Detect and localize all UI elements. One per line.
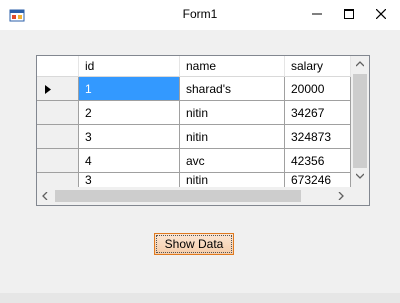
row-header[interactable] bbox=[37, 173, 79, 187]
chevron-down-icon bbox=[356, 173, 364, 179]
minimize-button[interactable] bbox=[301, 0, 333, 28]
title-bar[interactable]: Form1 bbox=[0, 0, 400, 30]
column-header-name[interactable]: name bbox=[180, 56, 285, 77]
cell-id[interactable]: 4 bbox=[79, 149, 180, 173]
row-arrow-icon bbox=[45, 85, 51, 94]
cell-salary[interactable]: 673246 bbox=[285, 173, 351, 187]
chevron-up-icon bbox=[356, 61, 364, 67]
cell-name[interactable]: nitin bbox=[180, 173, 285, 187]
data-grid[interactable]: id name salary 1 sharad's 20000 2 nitin … bbox=[36, 55, 370, 206]
show-data-button[interactable]: Show Data bbox=[154, 233, 234, 255]
cell-salary[interactable]: 324873 bbox=[285, 125, 351, 149]
row-header[interactable] bbox=[37, 77, 79, 101]
scroll-right-button[interactable] bbox=[333, 187, 351, 205]
maximize-icon bbox=[344, 9, 354, 19]
cell-id[interactable]: 1 bbox=[79, 77, 180, 101]
vertical-scroll-thumb[interactable] bbox=[353, 74, 367, 168]
cell-name[interactable]: nitin bbox=[180, 101, 285, 125]
cell-id[interactable]: 3 bbox=[79, 125, 180, 149]
row-header[interactable] bbox=[37, 125, 79, 149]
column-header-salary[interactable]: salary bbox=[285, 56, 351, 77]
scroll-up-button[interactable] bbox=[351, 56, 369, 74]
grid-corner-header bbox=[37, 56, 79, 77]
scroll-down-button[interactable] bbox=[351, 168, 369, 186]
row-header[interactable] bbox=[37, 149, 79, 173]
cell-salary[interactable]: 20000 bbox=[285, 77, 351, 101]
maximize-button[interactable] bbox=[333, 0, 365, 28]
cell-salary[interactable]: 34267 bbox=[285, 101, 351, 125]
cell-id[interactable]: 2 bbox=[79, 101, 180, 125]
vertical-scrollbar[interactable] bbox=[351, 56, 369, 186]
close-icon bbox=[376, 9, 386, 19]
chevron-left-icon bbox=[42, 192, 48, 200]
window-bottom-edge bbox=[0, 293, 400, 303]
cell-name[interactable]: nitin bbox=[180, 125, 285, 149]
row-header[interactable] bbox=[37, 101, 79, 125]
show-data-button-label: Show Data bbox=[156, 235, 232, 253]
cell-name[interactable]: sharad's bbox=[180, 77, 285, 101]
form-window: Form1 id name salary 1 sharad's 20000 2 … bbox=[0, 0, 400, 303]
close-button[interactable] bbox=[365, 0, 397, 28]
column-header-id[interactable]: id bbox=[79, 56, 180, 77]
minimize-icon bbox=[312, 13, 322, 15]
horizontal-scroll-thumb[interactable] bbox=[55, 190, 301, 202]
cell-name[interactable]: avc bbox=[180, 149, 285, 173]
horizontal-scrollbar[interactable] bbox=[37, 187, 351, 205]
chevron-right-icon bbox=[338, 192, 344, 200]
cell-salary[interactable]: 42356 bbox=[285, 149, 351, 173]
cell-id[interactable]: 3 bbox=[79, 173, 180, 187]
scroll-left-button[interactable] bbox=[37, 187, 55, 205]
